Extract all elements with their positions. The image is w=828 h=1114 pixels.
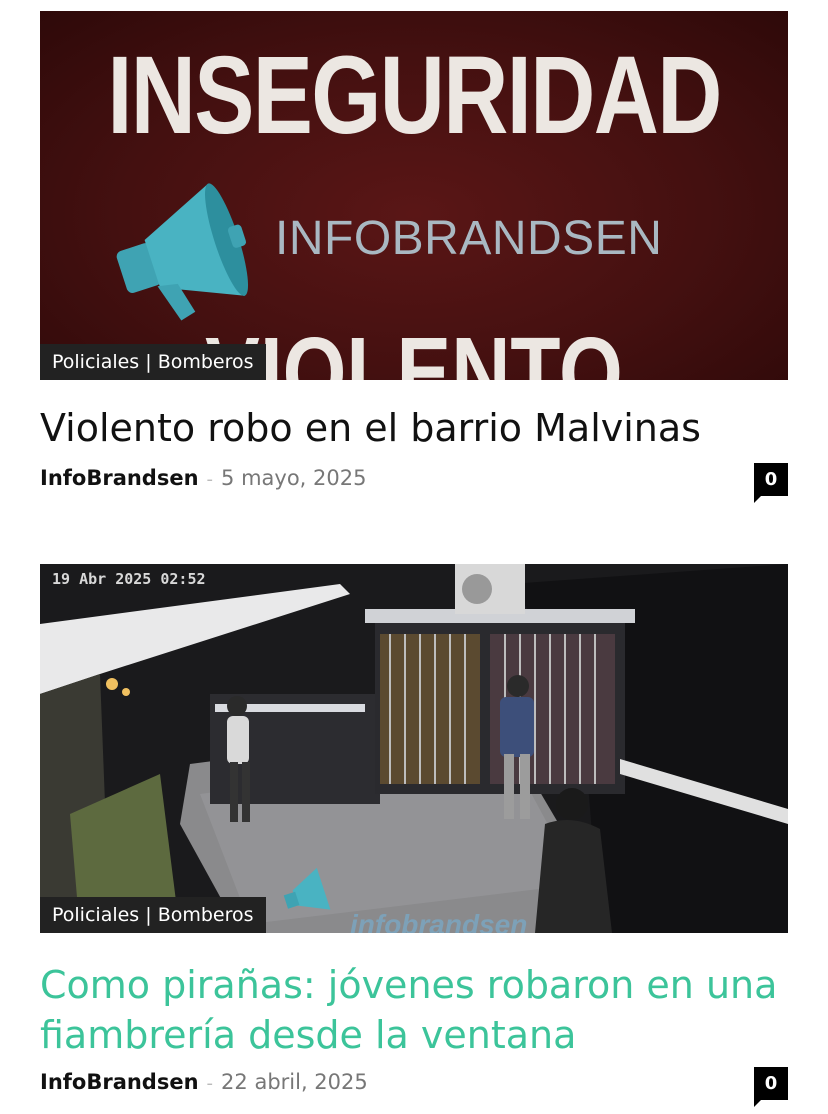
meta-separator: - [206, 469, 214, 490]
comment-count[interactable]: 0 [754, 1067, 788, 1107]
category-label[interactable]: Bomberos [158, 904, 254, 926]
comment-count[interactable]: 0 [754, 463, 788, 503]
publish-date: 5 mayo, 2025 [221, 466, 367, 490]
megaphone-icon [116, 183, 249, 321]
category-label[interactable]: Bomberos [158, 351, 254, 373]
image-watermark: infobrandsen [350, 909, 528, 933]
article-card: INSEGURIDAD INFOBRANDSEN VIOLENTO ROBO P… [40, 11, 788, 506]
category-badge[interactable]: Policiales | Bomberos [40, 897, 266, 933]
article-thumbnail[interactable]: INSEGURIDAD INFOBRANDSEN VIOLENTO ROBO P… [40, 11, 788, 380]
article-meta: InfoBrandsen -22 abril, 2025 0 [40, 1067, 788, 1110]
category-label[interactable]: Policiales [52, 351, 139, 373]
category-badge[interactable]: Policiales | Bomberos [40, 344, 266, 380]
thumbnail-brand: INFOBRANDSEN [100, 176, 740, 321]
author-name[interactable]: InfoBrandsen [40, 1070, 199, 1094]
cctv-scene [40, 564, 788, 933]
article-title[interactable]: Como pirañas: jóvenes robaron en una fia… [40, 960, 788, 1060]
article-title[interactable]: Violento robo en el barrio Malvinas [40, 403, 788, 453]
meta-separator: - [206, 1073, 214, 1094]
article-thumbnail[interactable]: 19 Abr 2025 02:52 infobrandsen Policiale… [40, 564, 788, 933]
category-label[interactable]: Policiales [52, 904, 139, 926]
thumbnail-brand-text: INFOBRANDSEN [275, 212, 663, 265]
article-meta: InfoBrandsen -5 mayo, 2025 0 [40, 463, 788, 506]
publish-date: 22 abril, 2025 [221, 1070, 368, 1094]
thumbnail-headline: INSEGURIDAD [107, 34, 722, 157]
cctv-timestamp: 19 Abr 2025 02:52 [52, 570, 206, 588]
article-card: 19 Abr 2025 02:52 infobrandsen Policiale… [40, 564, 788, 1110]
author-name[interactable]: InfoBrandsen [40, 466, 199, 490]
